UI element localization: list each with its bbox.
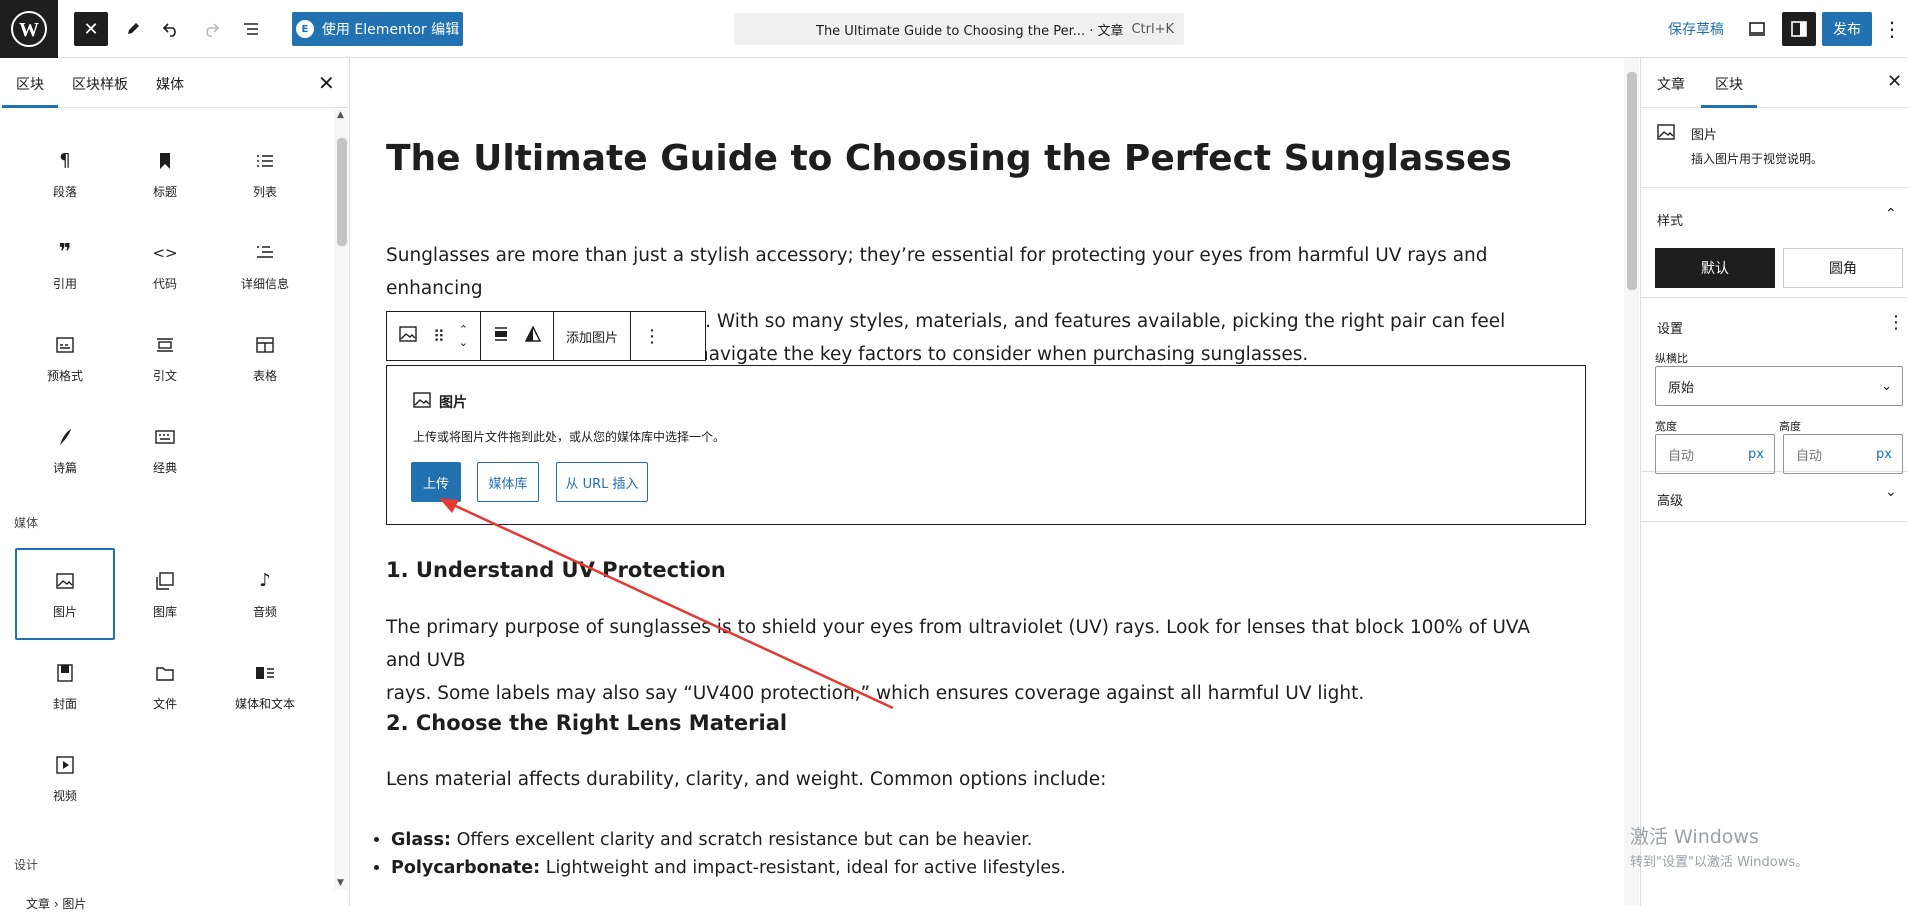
block-code[interactable]: <> 代码: [115, 220, 215, 312]
tab-post[interactable]: 文章: [1657, 74, 1685, 94]
close-icon[interactable]: ✕: [1887, 71, 1902, 92]
block-cover[interactable]: 封面: [15, 640, 115, 732]
block-classic[interactable]: 经典: [115, 404, 215, 496]
aspect-ratio-label: 纵横比: [1655, 352, 1688, 365]
block-table[interactable]: 表格: [215, 312, 315, 404]
block-details[interactable]: 详细信息: [215, 220, 315, 312]
width-label: 宽度: [1655, 420, 1677, 433]
chevron-down-icon: ⌄: [1881, 378, 1892, 394]
block-list[interactable]: 列表: [215, 128, 315, 220]
height-input[interactable]: 自动 px: [1783, 434, 1903, 474]
block-pullquote[interactable]: 引文: [115, 312, 215, 404]
block-video[interactable]: 视频: [15, 732, 115, 824]
sidebar-tabs: 文章 区块 ✕: [1641, 58, 1908, 108]
edit-pencil-icon[interactable]: [118, 12, 148, 46]
table-icon: [253, 333, 277, 357]
undo-icon[interactable]: [156, 12, 186, 46]
media-text-icon: [253, 661, 277, 685]
block-card-title: 图片: [1691, 128, 1718, 143]
block-card-description: 插入图片用于视觉说明。: [1691, 152, 1824, 166]
settings-sidebar-toggle-icon[interactable]: [1782, 12, 1816, 46]
folder-icon: [153, 661, 177, 685]
aspect-ratio-select[interactable]: 原始 ⌄: [1655, 366, 1903, 406]
styles-heading[interactable]: 样式: [1657, 210, 1683, 229]
close-icon[interactable]: ✕: [318, 71, 335, 95]
elementor-edit-button[interactable]: E 使用 Elementor 编辑: [292, 12, 463, 46]
inserter-tabs: 区块 区块样板 媒体 ✕: [0, 58, 350, 108]
settings-options-icon[interactable]: ⋮: [1887, 312, 1905, 333]
shortcut-hint: Ctrl+K: [1131, 21, 1174, 37]
width-input[interactable]: 自动 px: [1655, 434, 1775, 474]
post-title-chip: The Ultimate Guide to Choosing the Per..…: [816, 23, 1124, 39]
close-inserter-button[interactable]: ✕: [74, 12, 108, 46]
advanced-heading[interactable]: 高级: [1657, 490, 1683, 509]
scroll-down-icon[interactable]: ▼: [337, 878, 344, 888]
code-icon: <>: [152, 243, 178, 262]
paragraph-icon: ¶: [59, 150, 71, 171]
editor-scroll-thumb[interactable]: [1627, 72, 1637, 290]
keyboard-icon: [153, 425, 177, 449]
height-label: 高度: [1779, 420, 1801, 433]
svg-text:W: W: [19, 19, 39, 41]
details-icon: [253, 241, 277, 265]
tab-block[interactable]: 区块: [1701, 74, 1757, 108]
elementor-icon: E: [295, 20, 314, 38]
windows-activation-watermark: 激活 Windows 转到"设置"以激活 Windows。: [1630, 826, 1809, 870]
block-paragraph[interactable]: ¶ 段落: [15, 128, 115, 220]
quill-icon: [53, 425, 77, 449]
settings-heading: 设置: [1657, 322, 1684, 337]
block-heading[interactable]: 标题: [115, 128, 215, 220]
settings-panel: 设置 ⋮ 纵横比 原始 ⌄ 宽度 高度 自动 px 自动 px: [1641, 298, 1908, 474]
block-gallery[interactable]: 图库: [115, 548, 215, 640]
block-card: 图片 插入图片用于视觉说明。: [1641, 108, 1908, 188]
block-verse[interactable]: 诗篇: [15, 404, 115, 496]
block-image[interactable]: 图片: [15, 548, 115, 640]
tab-media[interactable]: 媒体: [156, 74, 184, 94]
inserter-scroll-thumb[interactable]: [337, 138, 347, 246]
image-icon: [53, 569, 77, 593]
list-icon: [253, 149, 277, 173]
document-overview-icon[interactable]: [236, 12, 266, 46]
top-toolbar: W ✕ E 使用 Elementor 编辑 The Ultimate Guide…: [0, 0, 1908, 58]
block-inserter-panel: 区块 区块样板 媒体 ✕ ▲ ▼ ¶ 段落 标题 列表 ❞ 引用 <> 代码 详细信息…: [0, 58, 350, 906]
advanced-panel[interactable]: 高级 ⌄: [1641, 472, 1908, 522]
block-preformatted[interactable]: 预格式: [15, 312, 115, 404]
tab-blocks[interactable]: 区块: [2, 74, 58, 108]
block-file[interactable]: 文件: [115, 640, 215, 732]
cover-icon: [53, 661, 77, 685]
tab-patterns[interactable]: 区块样板: [72, 74, 128, 94]
gallery-icon: [153, 569, 177, 593]
quote-icon: ❞: [58, 240, 72, 265]
preview-desktop-icon[interactable]: [1742, 12, 1772, 46]
bookmark-icon: [153, 149, 177, 173]
music-note-icon: ♪: [259, 570, 271, 591]
chevron-up-icon[interactable]: ⌃: [1885, 206, 1897, 222]
block-media-text[interactable]: 媒体和文本: [215, 640, 315, 732]
styles-panel: 样式 ⌃ 默认 圆角: [1641, 188, 1908, 298]
category-media-heading: 媒体: [14, 516, 39, 530]
category-design-heading: 设计: [14, 858, 39, 872]
block-audio[interactable]: ♪ 音频: [215, 548, 315, 640]
image-icon: [1657, 124, 1675, 144]
video-icon: [53, 753, 77, 777]
breadcrumb[interactable]: 文章 › 图片: [0, 895, 350, 912]
chevron-down-icon[interactable]: ⌄: [1885, 484, 1897, 500]
preformatted-icon: [53, 333, 77, 357]
options-menu-icon[interactable]: ⋮: [1880, 12, 1904, 46]
editor-canvas: The Ultimate Guide to Choosing the Perfe…: [351, 58, 1624, 906]
block-settings-sidebar: 文章 区块 ✕ 图片 插入图片用于视觉说明。 样式 ⌃ 默认 圆角 设置 ⋮ 纵…: [1640, 58, 1908, 906]
style-rounded-button[interactable]: 圆角: [1783, 248, 1903, 288]
command-palette-button[interactable]: The Ultimate Guide to Choosing the Per..…: [734, 13, 1184, 45]
publish-button[interactable]: 发布: [1822, 12, 1872, 46]
annotation-arrow-icon: [439, 498, 894, 710]
save-draft-button[interactable]: 保存草稿: [1668, 19, 1724, 39]
scroll-up-icon[interactable]: ▲: [337, 110, 344, 120]
redo-icon[interactable]: [196, 12, 226, 46]
pullquote-icon: [153, 333, 177, 357]
wordpress-logo-icon[interactable]: W: [0, 0, 58, 58]
style-default-button[interactable]: 默认: [1655, 248, 1775, 288]
block-quote[interactable]: ❞ 引用: [15, 220, 115, 312]
